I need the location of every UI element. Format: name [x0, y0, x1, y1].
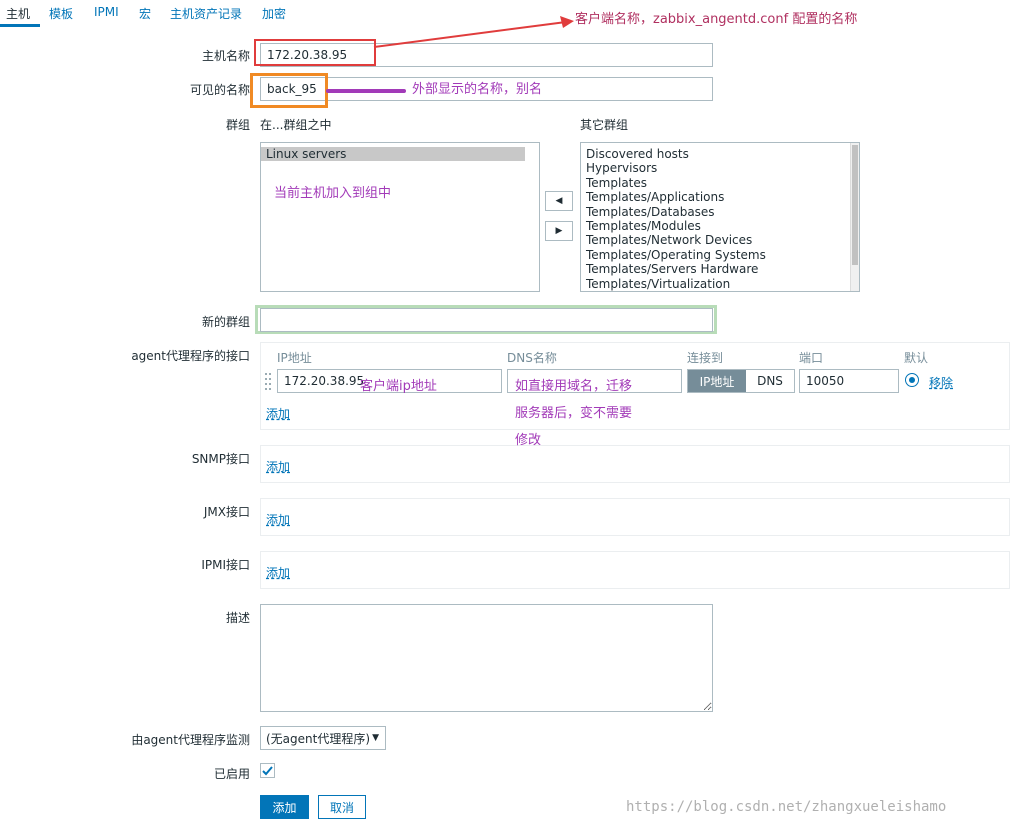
- connect-ip-button[interactable]: IP地址: [688, 370, 746, 392]
- proxy-select-value: (无agent代理程序): [266, 731, 371, 746]
- list-item[interactable]: Templates/Databases: [581, 205, 859, 219]
- group-annotation: 当前主机加入到组中: [274, 186, 392, 201]
- new-group-label: 新的群组: [201, 315, 250, 329]
- dns-column-header: DNS名称: [507, 351, 557, 365]
- proxy-select[interactable]: (无agent代理程序) ▼: [260, 726, 386, 750]
- list-item[interactable]: Templates/Network Devices: [581, 233, 859, 247]
- dns-annotation-line1: 如直接用域名，迁移: [515, 379, 633, 394]
- agent-interface-label: agent代理程序的接口: [131, 349, 250, 363]
- host-name-annotation: 客户端名称，zabbix_angentd.conf 配置的名称: [575, 12, 858, 27]
- listbox-scrollbar[interactable]: [850, 143, 859, 291]
- new-group-input[interactable]: [260, 308, 713, 332]
- ipmi-interface-label: IPMI接口: [201, 558, 250, 572]
- snmp-panel: [260, 445, 1010, 483]
- visible-name-annotation: 外部显示的名称，别名: [412, 82, 543, 97]
- list-item[interactable]: Discovered hosts: [581, 147, 859, 161]
- arrow-left-icon: ◀: [555, 196, 563, 206]
- proxy-label: 由agent代理程序监测: [131, 733, 250, 747]
- list-item[interactable]: Templates: [581, 176, 859, 190]
- enabled-label: 已启用: [213, 767, 250, 781]
- visible-name-label: 可见的名称: [189, 83, 250, 97]
- remove-interface-link[interactable]: 移除: [929, 374, 953, 391]
- jmx-panel: [260, 498, 1010, 536]
- in-groups-listbox[interactable]: Linux servers: [260, 142, 540, 292]
- description-label: 描述: [225, 611, 250, 625]
- agent-port-input[interactable]: [799, 369, 899, 393]
- arrow-right-icon: ▶: [555, 226, 563, 236]
- groups-label: 群组: [225, 118, 250, 132]
- add-button[interactable]: 添加: [260, 795, 309, 819]
- description-textarea[interactable]: [260, 604, 713, 712]
- list-item[interactable]: Hypervisors: [581, 161, 859, 175]
- annotation-arrow-red: [373, 16, 574, 48]
- watermark: https://blog.csdn.net/zhangxueleishamo: [626, 799, 947, 815]
- checkmark-icon: [262, 766, 273, 776]
- drag-handle-icon[interactable]: [265, 372, 271, 390]
- tab-ipmi[interactable]: IPMI: [94, 5, 119, 19]
- move-right-button[interactable]: ▶: [545, 221, 573, 241]
- ip-column-header: IP地址: [277, 351, 312, 365]
- other-groups-label: 其它群组: [580, 118, 629, 132]
- list-item[interactable]: Templates/Virtualization: [581, 277, 859, 291]
- default-interface-radio[interactable]: [905, 373, 919, 387]
- in-groups-label: 在...群组之中: [260, 118, 332, 132]
- active-tab-indicator: [0, 24, 40, 27]
- connect-column-header: 连接到: [687, 351, 724, 365]
- list-item[interactable]: Templates/Modules: [581, 219, 859, 233]
- enabled-checkbox[interactable]: [260, 763, 275, 778]
- other-groups-listbox[interactable]: Discovered hosts Hypervisors Templates T…: [580, 142, 860, 292]
- annotation-line-purple: [326, 89, 406, 93]
- add-ipmi-link[interactable]: 添加: [266, 564, 290, 581]
- move-left-button[interactable]: ◀: [545, 191, 573, 211]
- tab-inventory[interactable]: 主机资产记录: [170, 5, 242, 22]
- add-snmp-link[interactable]: 添加: [266, 458, 290, 475]
- list-item[interactable]: Templates/Applications: [581, 190, 859, 204]
- list-item[interactable]: Linux servers: [261, 147, 525, 162]
- scrollbar-thumb[interactable]: [852, 145, 858, 265]
- list-item[interactable]: Templates/Operating Systems: [581, 248, 859, 262]
- cancel-button[interactable]: 取消: [318, 795, 366, 819]
- host-name-highlight: [254, 39, 376, 66]
- jmx-label: JMX接口: [203, 505, 250, 519]
- host-name-label: 主机名称: [201, 49, 250, 63]
- port-column-header: 端口: [799, 351, 824, 365]
- connect-to-toggle: IP地址 DNS: [687, 369, 795, 393]
- chevron-down-icon: ▼: [372, 733, 379, 743]
- ipmi-panel: [260, 551, 1010, 589]
- dns-annotation-line2: 服务器后，变不需要: [515, 406, 633, 421]
- add-agent-interface-link[interactable]: 添加: [266, 405, 290, 422]
- add-jmx-link[interactable]: 添加: [266, 511, 290, 528]
- default-column-header: 默认: [904, 351, 929, 365]
- tab-macros[interactable]: 宏: [139, 5, 151, 22]
- visible-name-highlight: [250, 73, 328, 108]
- tab-templates[interactable]: 模板: [49, 5, 73, 22]
- connect-dns-button[interactable]: DNS: [746, 370, 794, 392]
- snmp-label: SNMP接口: [191, 452, 250, 466]
- tab-host[interactable]: 主机: [6, 5, 30, 22]
- list-item[interactable]: Templates/Servers Hardware: [581, 262, 859, 276]
- dns-annotation-line3: 修改: [515, 433, 542, 448]
- ip-annotation: 客户端ip地址: [360, 379, 437, 394]
- tab-encryption[interactable]: 加密: [262, 5, 286, 22]
